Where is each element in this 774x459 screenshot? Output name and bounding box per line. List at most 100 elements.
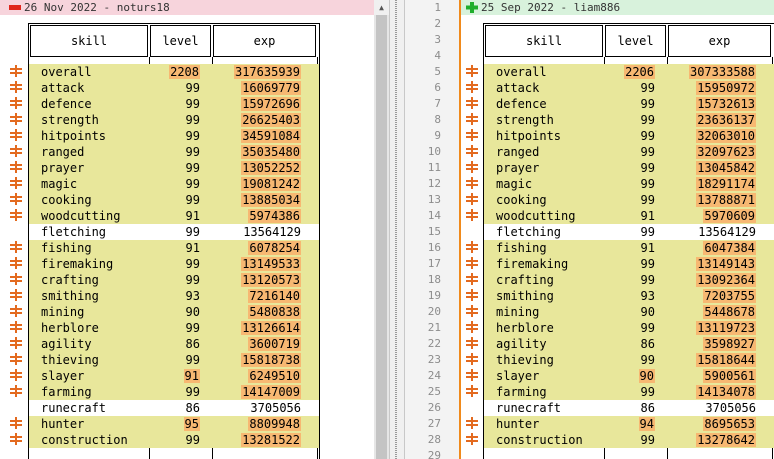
table-row[interactable]: construction 99 13281522 (29, 432, 319, 448)
change-marker-icon[interactable] (10, 385, 22, 397)
table-row[interactable]: overall 2208 317635939 (29, 64, 319, 80)
table-row[interactable]: construction 99 13278642 (484, 432, 774, 448)
change-marker-icon[interactable] (466, 417, 478, 429)
table-row[interactable]: runecraft 86 3705056 (484, 400, 774, 416)
change-marker-icon[interactable] (466, 353, 478, 365)
table-row[interactable]: farming 99 14134078 (484, 384, 774, 400)
right-diff-pane[interactable]: 25 Sep 2022 - liam886 skill level exp ov… (459, 0, 774, 459)
table-row[interactable]: woodcutting 91 5970609 (484, 208, 774, 224)
change-marker-icon[interactable] (10, 177, 22, 189)
change-marker-icon[interactable] (466, 273, 478, 285)
table-row[interactable]: smithing 93 7216140 (29, 288, 319, 304)
change-marker-icon[interactable] (10, 273, 22, 285)
table-row[interactable]: magic 99 19081242 (29, 176, 319, 192)
change-marker-icon[interactable] (466, 289, 478, 301)
table-row[interactable]: herblore 99 13119723 (484, 320, 774, 336)
table-row[interactable]: hitpoints 99 34591084 (29, 128, 319, 144)
change-marker-icon[interactable] (466, 257, 478, 269)
table-row[interactable]: overall 2206 307333588 (484, 64, 774, 80)
change-marker-icon[interactable] (10, 369, 22, 381)
change-marker-icon[interactable] (466, 321, 478, 333)
table-row[interactable]: prayer 99 13052252 (29, 160, 319, 176)
table-row[interactable]: crafting 99 13120573 (29, 272, 319, 288)
change-marker-icon[interactable] (466, 433, 478, 445)
table-row[interactable]: hunter 95 8809948 (29, 416, 319, 432)
table-row[interactable]: agility 86 3598927 (484, 336, 774, 352)
table-row[interactable]: fletching 99 13564129 (484, 224, 774, 240)
table-row[interactable]: fletching 99 13564129 (29, 224, 319, 240)
change-marker-icon[interactable] (466, 81, 478, 93)
change-marker-icon[interactable] (466, 337, 478, 349)
left-diff-pane[interactable]: 26 Nov 2022 - noturs18 skill level exp o… (0, 0, 374, 459)
change-marker-icon[interactable] (466, 129, 478, 141)
change-marker-icon[interactable] (10, 305, 22, 317)
pane-splitter[interactable] (389, 0, 405, 459)
change-marker-icon[interactable] (10, 161, 22, 173)
change-marker-icon[interactable] (10, 321, 22, 333)
change-marker-icon[interactable] (466, 241, 478, 253)
level-cell: 91 (150, 240, 204, 256)
table-row[interactable]: smithing 93 7203755 (484, 288, 774, 304)
table-row[interactable]: agility 86 3600719 (29, 336, 319, 352)
change-marker-icon[interactable] (466, 65, 478, 77)
change-marker-icon[interactable] (466, 145, 478, 157)
change-marker-icon[interactable] (466, 385, 478, 397)
change-marker-icon[interactable] (10, 113, 22, 125)
change-marker-icon[interactable] (10, 417, 22, 429)
table-row[interactable]: crafting 99 13092364 (484, 272, 774, 288)
table-row[interactable]: herblore 99 13126614 (29, 320, 319, 336)
change-marker-icon[interactable] (466, 305, 478, 317)
change-marker-icon[interactable] (10, 433, 22, 445)
table-row[interactable]: woodcutting 91 5974386 (29, 208, 319, 224)
scroll-up-button[interactable]: ▲ (374, 0, 389, 15)
change-marker-icon[interactable] (466, 193, 478, 205)
table-row[interactable]: fishing 91 6078254 (29, 240, 319, 256)
change-marker-icon[interactable] (10, 257, 22, 269)
table-row[interactable]: hitpoints 99 32063010 (484, 128, 774, 144)
scrollbar-thumb[interactable] (376, 15, 387, 459)
table-row[interactable]: thieving 99 15818738 (29, 352, 319, 368)
table-row[interactable]: hunter 94 8695653 (484, 416, 774, 432)
table-row[interactable]: mining 90 5448678 (484, 304, 774, 320)
change-marker-icon[interactable] (10, 97, 22, 109)
change-marker-icon[interactable] (10, 353, 22, 365)
table-row[interactable]: ranged 99 32097623 (484, 144, 774, 160)
table-row[interactable]: attack 99 15950972 (484, 80, 774, 96)
table-row[interactable]: defence 99 15732613 (484, 96, 774, 112)
change-marker-icon[interactable] (10, 337, 22, 349)
change-marker-icon[interactable] (466, 369, 478, 381)
change-marker-icon[interactable] (466, 177, 478, 189)
change-marker-icon[interactable] (10, 289, 22, 301)
table-row[interactable]: ranged 99 35035480 (29, 144, 319, 160)
table-row[interactable]: slayer 91 6249510 (29, 368, 319, 384)
change-marker-icon[interactable] (466, 97, 478, 109)
table-row[interactable]: cooking 99 13885034 (29, 192, 319, 208)
table-row[interactable]: thieving 99 15818644 (484, 352, 774, 368)
table-row[interactable]: defence 99 15972696 (29, 96, 319, 112)
table-row[interactable]: mining 90 5480838 (29, 304, 319, 320)
table-row[interactable]: slayer 90 5900561 (484, 368, 774, 384)
change-marker-icon[interactable] (10, 209, 22, 221)
table-row[interactable]: firemaking 99 13149533 (29, 256, 319, 272)
table-row[interactable]: prayer 99 13045842 (484, 160, 774, 176)
change-marker-icon[interactable] (10, 65, 22, 77)
table-row[interactable]: runecraft 86 3705056 (29, 400, 319, 416)
change-marker-icon[interactable] (10, 81, 22, 93)
change-marker-icon[interactable] (10, 129, 22, 141)
table-row[interactable]: cooking 99 13788871 (484, 192, 774, 208)
change-marker-icon[interactable] (10, 145, 22, 157)
table-row[interactable]: farming 99 14147009 (29, 384, 319, 400)
splitter-grip[interactable] (395, 0, 397, 459)
table-row[interactable]: fishing 91 6047384 (484, 240, 774, 256)
table-row[interactable]: firemaking 99 13149143 (484, 256, 774, 272)
change-marker-icon[interactable] (466, 161, 478, 173)
change-marker-icon[interactable] (10, 241, 22, 253)
table-row[interactable]: magic 99 18291174 (484, 176, 774, 192)
change-marker-icon[interactable] (466, 113, 478, 125)
left-scrollbar[interactable] (374, 15, 389, 459)
change-marker-icon[interactable] (466, 209, 478, 221)
change-marker-icon[interactable] (10, 193, 22, 205)
table-row[interactable]: strength 99 23636137 (484, 112, 774, 128)
table-row[interactable]: strength 99 26625403 (29, 112, 319, 128)
table-row[interactable]: attack 99 16069779 (29, 80, 319, 96)
